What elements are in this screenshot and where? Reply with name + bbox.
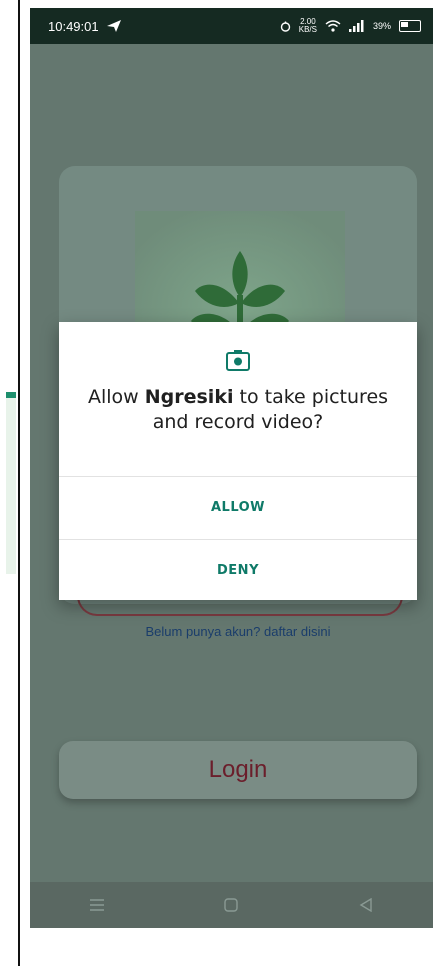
- back-icon[interactable]: [359, 898, 373, 912]
- alarm-icon: [280, 21, 290, 32]
- battery-icon: [399, 20, 421, 32]
- background-window-sliver: [6, 392, 16, 574]
- left-frame: [0, 0, 20, 966]
- dialog-app-name: Ngresiki: [144, 386, 234, 408]
- status-time: 10:49:01: [48, 18, 99, 34]
- login-button[interactable]: Login: [59, 741, 417, 799]
- register-link[interactable]: Belum punya akun? daftar disini: [59, 624, 417, 639]
- wifi-icon: [325, 20, 341, 32]
- net-speed-unit: KB/S: [298, 25, 317, 34]
- home-icon[interactable]: [224, 898, 239, 912]
- permission-dialog: Allow Ngresiki to take pictures and reco…: [59, 322, 417, 600]
- signal-icon: [348, 20, 364, 32]
- menu-icon[interactable]: [90, 899, 105, 911]
- dialog-message: Allow Ngresiki to take pictures and reco…: [75, 385, 401, 435]
- camera-icon: [226, 350, 250, 371]
- deny-button[interactable]: DENY: [59, 540, 417, 600]
- dialog-message-prefix: Allow: [87, 386, 145, 408]
- battery-percent: 39%: [372, 21, 391, 31]
- status-bar: 10:49:01 2.00 KB/S 39%: [30, 8, 433, 44]
- phone-screen: 10:49:01 2.00 KB/S 39% Belum punya akun?…: [30, 8, 433, 928]
- navigation-bar: [30, 882, 433, 928]
- status-left: 10:49:01: [48, 19, 121, 34]
- status-right: 2.00 KB/S 39%: [280, 18, 421, 34]
- send-icon: [106, 20, 121, 32]
- net-speed: 2.00 KB/S: [299, 18, 317, 34]
- allow-button[interactable]: ALLOW: [59, 477, 417, 537]
